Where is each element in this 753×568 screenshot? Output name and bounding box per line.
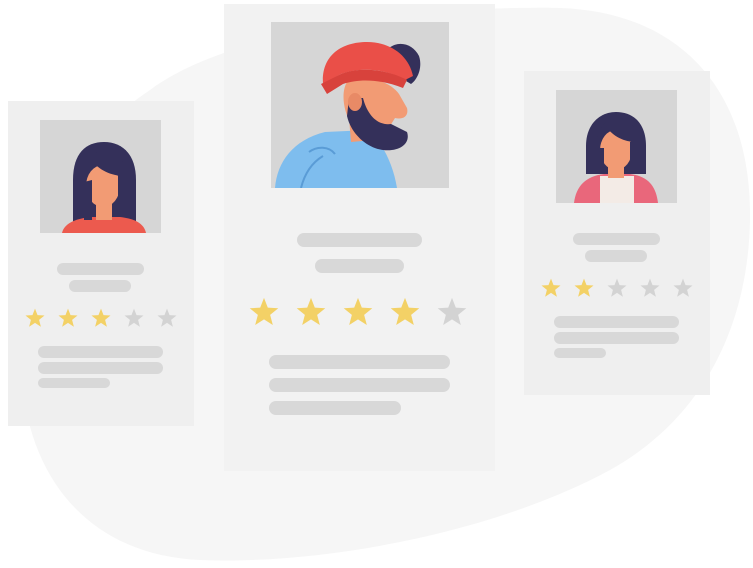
review-card-left: [8, 101, 194, 426]
star-empty-icon: [673, 278, 693, 297]
text-line-placeholder: [554, 332, 679, 344]
star-empty-icon: [607, 278, 627, 297]
text-line-placeholder: [38, 362, 163, 374]
avatar-photo: [271, 22, 449, 188]
star-filled-icon: [58, 308, 78, 327]
bearded-man-beanie-icon: [271, 22, 449, 188]
star-filled-icon: [249, 297, 279, 326]
subtitle-placeholder: [585, 250, 647, 262]
name-placeholder: [297, 233, 422, 247]
star-filled-icon: [91, 308, 111, 327]
subtitle-placeholder: [69, 280, 131, 292]
star-filled-icon: [541, 278, 561, 297]
star-filled-icon: [390, 297, 420, 326]
star-empty-icon: [124, 308, 144, 327]
rating-stars: [249, 297, 467, 327]
text-line-placeholder: [554, 316, 679, 328]
subtitle-placeholder: [315, 259, 404, 273]
rating-stars: [541, 278, 693, 298]
avatar-photo: [556, 90, 677, 203]
star-filled-icon: [343, 297, 373, 326]
avatar-photo: [40, 120, 161, 233]
star-empty-icon: [640, 278, 660, 297]
star-empty-icon: [437, 297, 467, 326]
text-line-placeholder: [269, 355, 450, 369]
review-card-right: [524, 71, 710, 395]
woman-bob-hair-icon: [556, 90, 677, 203]
text-line-placeholder: [38, 378, 110, 388]
text-line-placeholder: [38, 346, 163, 358]
star-filled-icon: [296, 297, 326, 326]
star-filled-icon: [574, 278, 594, 297]
star-empty-icon: [157, 308, 177, 327]
woman-long-hair-icon: [40, 120, 161, 233]
text-line-placeholder: [269, 378, 450, 392]
star-filled-icon: [25, 308, 45, 327]
rating-stars: [25, 308, 177, 328]
text-line-placeholder: [269, 401, 401, 415]
name-placeholder: [57, 263, 144, 275]
text-line-placeholder: [554, 348, 606, 358]
review-card-center: [224, 4, 495, 471]
name-placeholder: [573, 233, 660, 245]
